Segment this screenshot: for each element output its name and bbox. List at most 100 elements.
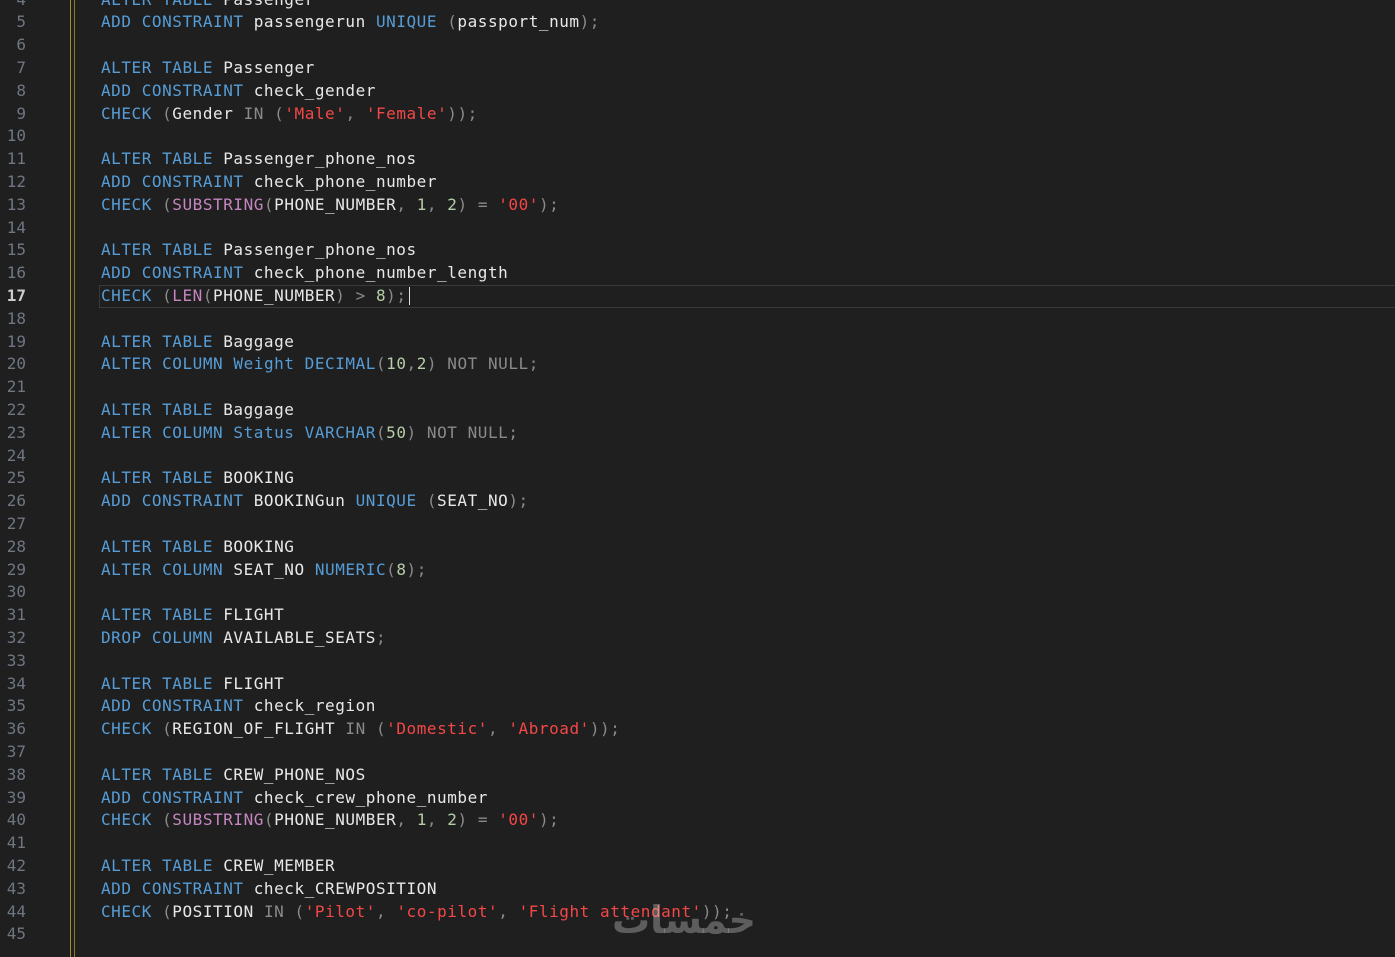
code-token: 'Pilot' [304,901,376,921]
code-token: CHECK [101,103,163,123]
code-line[interactable]: 23 ALTER COLUMN Status VARCHAR(50) NOT NU… [0,422,1395,445]
code-text: ALTER TABLE Passenger_phone_nos [101,239,417,262]
code-token: , [426,194,448,214]
code-text: ADD CONSTRAINT check_CREWPOSITION [101,878,437,901]
code-editor[interactable]: 4 ALTER TABLE Passenger 5 ADD CONSTRAINT pa… [0,0,1395,957]
code-token: 'Male' [284,103,346,123]
code-token: ALTER TABLE [101,536,224,556]
code-line[interactable]: 25 ALTER TABLE BOOKING [0,467,1395,490]
code-line[interactable]: 14 [0,217,1395,240]
code-line[interactable]: 38 ALTER TABLE CREW_PHONE_NOS [0,764,1395,787]
code-line[interactable]: 24 [0,445,1395,468]
code-token: ADD CONSTRAINT [101,80,254,100]
code-token: ( [162,810,173,830]
code-line[interactable]: 21 [0,376,1395,399]
code-token: ) [406,422,427,442]
code-line[interactable]: 6 [0,34,1395,57]
code-text: ADD CONSTRAINT check_gender [101,80,376,103]
line-number: 13 [6,194,26,214]
code-token: , [426,810,448,830]
code-line[interactable]: 7 ALTER TABLE Passenger [0,57,1395,80]
code-token: 8 [375,285,387,305]
line-number: 14 [6,217,26,237]
code-token: check_phone_number_length [253,263,509,283]
code-token: ADD CONSTRAINT [101,171,254,191]
line-number: 37 [6,741,26,761]
code-line[interactable]: 12 ADD CONSTRAINT check_phone_number [0,171,1395,194]
code-token: 1 [416,810,427,830]
code-token: ( [162,285,173,305]
code-token: 8 [396,559,407,579]
code-token: PHONE_NUMBER [274,810,397,830]
code-text: CHECK (POSITION IN ('Pilot', 'co-pilot',… [101,901,732,924]
code-line[interactable]: 32 DROP COLUMN AVAILABLE_SEATS; [0,627,1395,650]
code-line[interactable]: 10 [0,125,1395,148]
code-token: , [345,103,366,123]
code-line[interactable]: 39 ADD CONSTRAINT check_crew_phone_number [0,787,1395,810]
code-line[interactable]: 35 ADD CONSTRAINT check_region [0,695,1395,718]
line-number: 11 [6,149,26,169]
code-line[interactable]: 31 ALTER TABLE FLIGHT [0,604,1395,627]
code-line[interactable]: 15 ALTER TABLE Passenger_phone_nos [0,239,1395,262]
code-text: ADD CONSTRAINT check_crew_phone_number [101,787,488,810]
code-token: UNIQUE [375,12,448,32]
code-line[interactable]: 8 ADD CONSTRAINT check_gender [0,80,1395,103]
code-line[interactable]: 18 [0,308,1395,331]
line-number: 4 [0,0,26,11]
code-line[interactable]: 16 ADD CONSTRAINT check_phone_number_leng… [0,262,1395,285]
line-number: 29 [6,559,26,579]
code-line[interactable]: 42 ALTER TABLE CREW_MEMBER [0,855,1395,878]
line-number: 5 [16,12,26,32]
code-token: IN [243,103,275,123]
code-token: CHECK [101,285,163,305]
code-token: ) = [457,810,499,830]
code-line[interactable]: 19 ALTER TABLE Baggage [0,331,1395,354]
line-number: 30 [6,582,26,602]
code-line[interactable]: 26 ADD CONSTRAINT BOOKINGun UNIQUE (SEAT_… [0,490,1395,513]
code-token: SEAT_NO [233,559,315,579]
code-token: ); [579,12,600,32]
code-line[interactable]: 13 CHECK (SUBSTRING(PHONE_NUMBER, 1, 2) =… [0,194,1395,217]
code-token: ( [375,719,387,739]
code-line[interactable]: 17 CHECK (LEN(PHONE_NUMBER) > 8); [0,284,1395,308]
code-line[interactable]: 4 ALTER TABLE Passenger [0,0,1395,11]
code-line[interactable]: 36 CHECK (REGION_OF_FLIGHT IN ('Domestic'… [0,718,1395,741]
code-line[interactable]: 11 ALTER TABLE Passenger_phone_nos [0,148,1395,171]
code-line[interactable]: 44 CHECK (POSITION IN ('Pilot', 'co-pilot… [0,901,1395,924]
code-line[interactable]: 43 ADD CONSTRAINT check_CREWPOSITION [0,878,1395,901]
code-line[interactable]: 37 [0,741,1395,764]
code-line[interactable]: 41 [0,832,1395,855]
code-line[interactable]: 45 [0,923,1395,946]
code-line[interactable]: 30 [0,581,1395,604]
code-token: NOT NULL [447,354,529,374]
code-line[interactable]: 5 ADD CONSTRAINT passengerun UNIQUE (pass… [0,11,1395,34]
code-line[interactable]: 29 ALTER COLUMN SEAT_NO NUMERIC(8); [0,559,1395,582]
code-text: ALTER TABLE Passenger [101,57,315,80]
code-text: CHECK (REGION_OF_FLIGHT IN ('Domestic', … [101,718,620,741]
code-token: BOOKING [223,536,295,556]
line-number: 20 [6,354,26,374]
code-token: ALTER COLUMN [101,559,234,579]
code-line[interactable]: 28 ALTER TABLE BOOKING [0,536,1395,559]
code-text: ALTER TABLE Baggage [101,399,294,422]
code-token: ALTER TABLE [101,57,224,77]
code-line[interactable]: 27 [0,513,1395,536]
code-line[interactable]: 33 [0,650,1395,673]
code-text: ALTER COLUMN Status VARCHAR(50) NOT NULL… [101,422,519,445]
code-token: 10 [386,354,407,374]
code-line[interactable]: 20 ALTER COLUMN Weight DECIMAL(10,2) NOT … [0,353,1395,376]
code-line[interactable]: 34 ALTER TABLE FLIGHT [0,673,1395,696]
code-token: 'Abroad' [508,719,590,739]
text-cursor [408,287,410,306]
code-text: CHECK (LEN(PHONE_NUMBER) > 8); [101,285,410,308]
code-line[interactable]: 22 ALTER TABLE Baggage [0,399,1395,422]
code-text: ALTER TABLE FLIGHT [101,604,284,627]
line-number: 35 [6,696,26,716]
code-line[interactable]: 9 CHECK (Gender IN ('Male', 'Female')); [0,103,1395,126]
code-token: ALTER TABLE [101,673,224,693]
line-number: 17 [6,285,26,305]
code-line[interactable]: 40 CHECK (SUBSTRING(PHONE_NUMBER, 1, 2) =… [0,809,1395,832]
code-token: 2 [416,354,427,374]
code-token: ALTER TABLE [101,468,224,488]
line-number: 45 [6,924,26,944]
